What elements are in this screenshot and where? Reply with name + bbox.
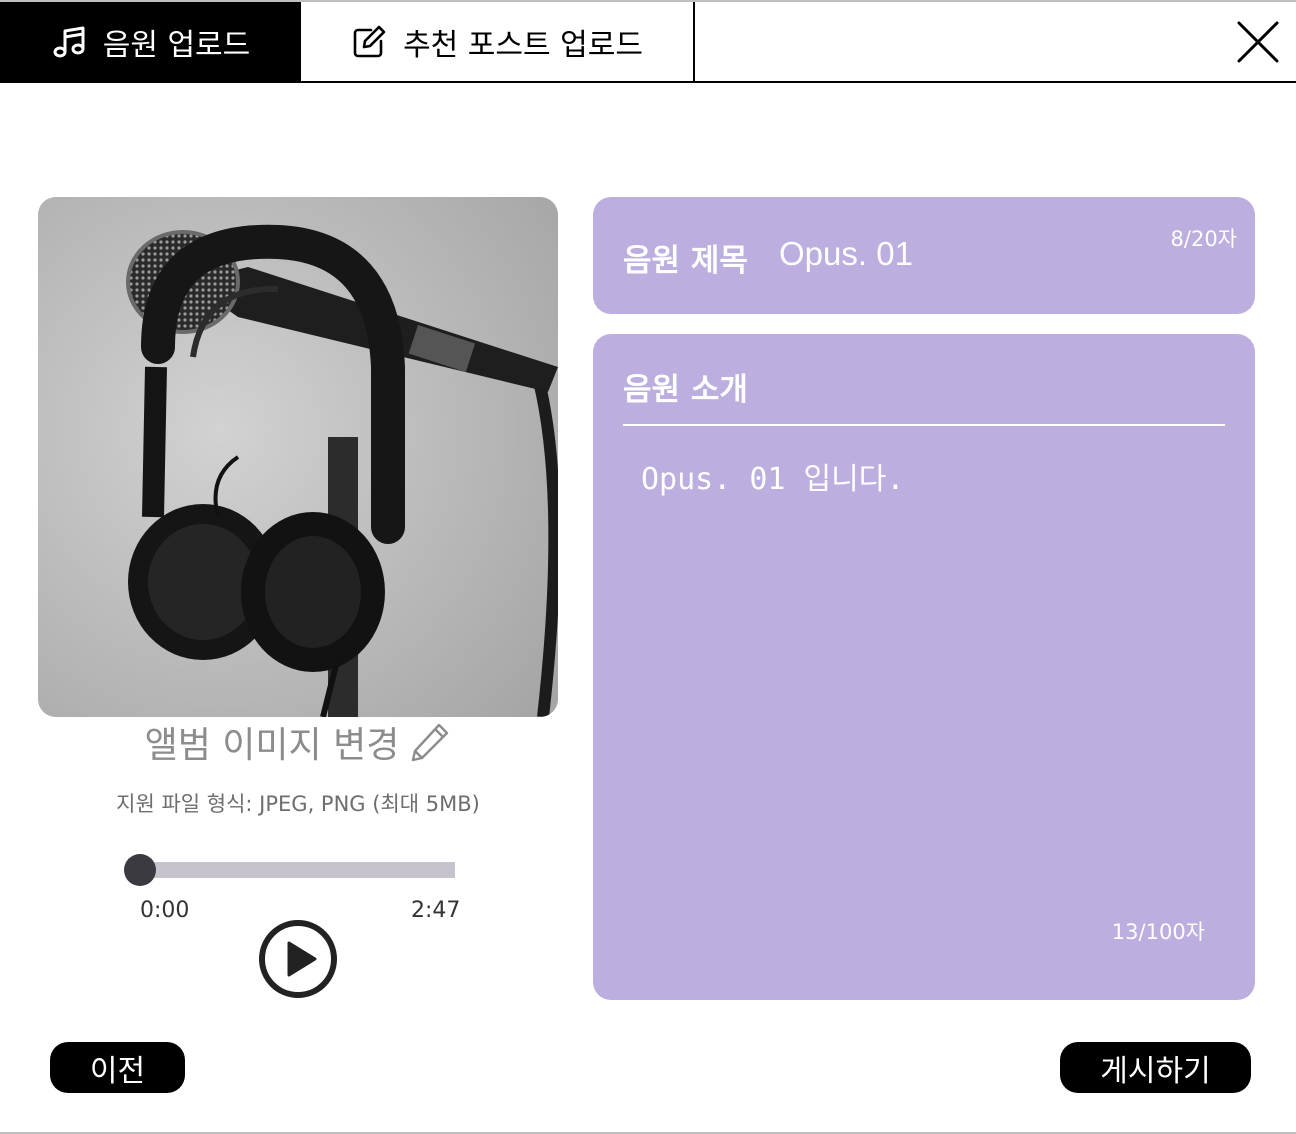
pencil-icon <box>409 721 451 763</box>
edit-icon <box>351 24 387 60</box>
tab-music-upload[interactable]: 음원 업로드 <box>0 2 301 81</box>
file-format-hint: 지원 파일 형식: JPEG, PNG (최대 5MB) <box>116 792 480 816</box>
tab-post-upload-label: 추천 포스트 업로드 <box>403 27 643 63</box>
play-button[interactable] <box>258 919 338 999</box>
music-note-icon <box>51 24 87 60</box>
change-album-image-label: 앨범 이미지 변경 <box>144 725 400 766</box>
title-card: 음원 제목 8/20자 <box>593 197 1255 314</box>
current-time: 0:00 <box>140 898 190 923</box>
post-button[interactable]: 게시하기 <box>1060 1042 1251 1093</box>
change-album-image-button[interactable]: 앨범 이미지 변경 <box>0 716 596 768</box>
album-image[interactable] <box>38 197 558 717</box>
play-icon <box>259 920 337 998</box>
duration: 2:47 <box>411 898 461 923</box>
title-char-count: 8/20자 <box>1170 227 1237 251</box>
intro-card: 음원 소개 Opus. 01 입니다. 13/100자 <box>593 334 1255 1000</box>
tab-post-upload[interactable]: 추천 포스트 업로드 <box>301 2 695 81</box>
progress-track[interactable] <box>140 862 455 878</box>
intro-textarea[interactable]: Opus. 01 입니다. <box>641 454 1211 894</box>
close-button[interactable] <box>1236 20 1280 64</box>
title-input[interactable] <box>779 231 1199 277</box>
intro-char-count: 13/100자 <box>1111 920 1205 944</box>
close-icon <box>1237 21 1279 63</box>
intro-label: 음원 소개 <box>623 372 748 408</box>
intro-divider <box>623 424 1225 426</box>
prev-button[interactable]: 이전 <box>50 1042 185 1093</box>
tab-music-upload-label: 음원 업로드 <box>102 27 251 63</box>
tab-bar: 음원 업로드 추천 포스트 업로드 <box>0 2 1296 83</box>
progress-thumb[interactable] <box>124 854 156 886</box>
title-label: 음원 제목 <box>623 243 748 279</box>
